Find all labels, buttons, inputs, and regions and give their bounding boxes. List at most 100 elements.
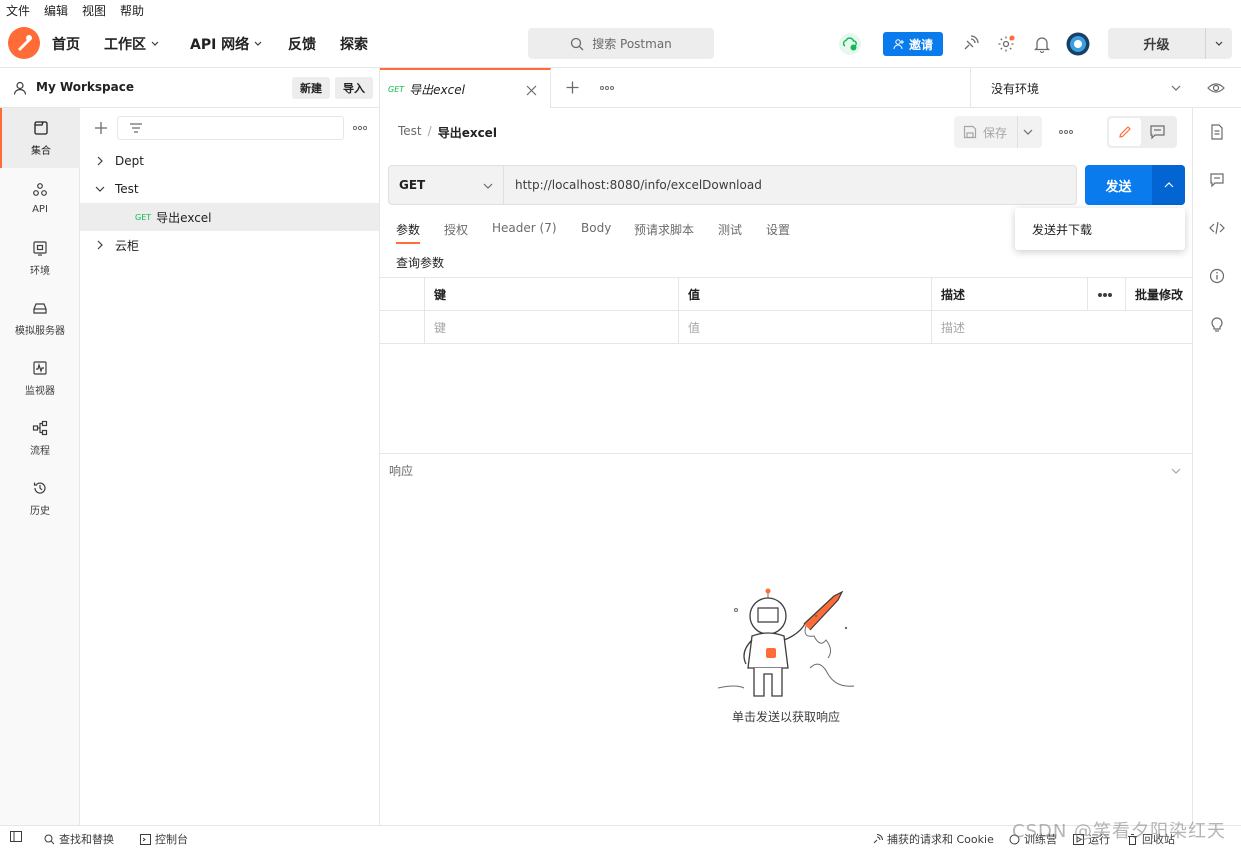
sidebar-rail: 集合 API 环境 模拟服务器 监视器 流程 历史 xyxy=(0,108,80,825)
tab-pre-request-script[interactable]: 预请求脚本 xyxy=(634,221,694,238)
lightbulb-icon[interactable] xyxy=(1207,314,1227,334)
sidebar-item-history[interactable]: 历史 xyxy=(0,468,80,528)
watermark: CSDN @笑看夕阳染红天 xyxy=(1012,821,1227,842)
menu-edit[interactable]: 编辑 xyxy=(44,2,68,19)
workspace-title[interactable]: My Workspace xyxy=(36,80,134,94)
global-search[interactable]: 搜索 Postman xyxy=(528,28,714,59)
api-icon xyxy=(33,182,47,196)
sync-status-icon[interactable] xyxy=(838,32,862,56)
column-value: 值 xyxy=(678,278,931,311)
comments-icon[interactable] xyxy=(1207,170,1227,190)
console-icon xyxy=(140,833,151,845)
method-badge: GET xyxy=(135,212,152,222)
console-button[interactable]: 控制台 xyxy=(140,831,188,847)
search-placeholder: 搜索 Postman xyxy=(592,37,672,51)
chevron-down-icon[interactable] xyxy=(1023,128,1033,136)
save-button[interactable]: 保存 xyxy=(954,116,1042,148)
nav-home[interactable]: 首页 xyxy=(52,34,80,54)
chevron-right-icon[interactable] xyxy=(96,156,104,166)
request-name[interactable]: 导出excel xyxy=(438,124,497,141)
menu-file[interactable]: 文件 xyxy=(6,2,30,19)
nav-feedback[interactable]: 反馈 xyxy=(288,34,316,54)
sidebar-item-monitors[interactable]: 监视器 xyxy=(0,348,80,408)
app-header: 首页 工作区 API 网络 反馈 探索 搜索 Postman 邀请 升级 xyxy=(0,20,1241,68)
upgrade-button[interactable]: 升级 xyxy=(1108,28,1232,59)
breadcrumb-collection[interactable]: Test xyxy=(398,124,422,141)
notification-bell-icon[interactable] xyxy=(1030,32,1054,56)
tab-tests[interactable]: 测试 xyxy=(718,221,742,238)
tab-headers[interactable]: Header (7) xyxy=(492,221,557,235)
info-icon[interactable] xyxy=(1207,266,1227,286)
nav-workspace[interactable]: 工作区 xyxy=(104,34,160,54)
tab-body[interactable]: Body xyxy=(581,221,611,235)
response-header[interactable]: 响应 xyxy=(380,453,1192,487)
settings-gear-icon[interactable] xyxy=(994,32,1018,56)
send-button[interactable]: 发送 xyxy=(1085,165,1152,205)
menu-view[interactable]: 视图 xyxy=(82,2,106,19)
column-options[interactable] xyxy=(1087,278,1125,311)
documentation-icon[interactable] xyxy=(1207,122,1227,142)
save-disk-icon xyxy=(963,125,977,139)
sidebar-item-collections[interactable]: 集合 xyxy=(0,108,80,168)
value-input[interactable]: 值 xyxy=(678,311,931,344)
sidebar-item-api[interactable]: API xyxy=(0,168,80,228)
environment-icon xyxy=(33,240,47,256)
tab-params[interactable]: 参数 xyxy=(396,221,421,244)
tab-auth[interactable]: 授权 xyxy=(444,221,468,238)
request-tabs-bar: GET 导出excel 没有环境 xyxy=(380,68,1241,108)
environment-selector[interactable]: 没有环境 xyxy=(970,68,1192,108)
right-context-rail xyxy=(1192,108,1241,825)
tab-settings[interactable]: 设置 xyxy=(766,221,790,238)
sidebar-item-mock-servers[interactable]: 模拟服务器 xyxy=(0,288,80,348)
close-icon[interactable] xyxy=(526,85,537,96)
new-button[interactable]: 新建 xyxy=(292,77,330,99)
postman-logo-icon[interactable] xyxy=(8,27,40,59)
invite-button[interactable]: 邀请 xyxy=(883,32,943,56)
send-options-button[interactable] xyxy=(1152,165,1185,205)
url-input[interactable]: http://localhost:8080/info/excelDownload xyxy=(515,178,762,192)
chevron-down-icon[interactable] xyxy=(1206,28,1232,59)
find-replace-button[interactable]: 查找和替换 xyxy=(44,831,114,847)
satellite-icon[interactable] xyxy=(958,32,982,56)
nav-explore[interactable]: 探索 xyxy=(340,34,368,54)
sidebar-item-flows[interactable]: 流程 xyxy=(0,408,80,468)
collection-item-test[interactable]: Test xyxy=(80,175,379,203)
code-icon[interactable] xyxy=(1207,218,1227,238)
avatar[interactable] xyxy=(1066,32,1090,56)
chevron-down-icon[interactable] xyxy=(1171,467,1181,475)
toggle-sidebar-icon[interactable] xyxy=(10,831,22,842)
more-options-icon[interactable] xyxy=(599,85,615,91)
key-input[interactable]: 键 xyxy=(424,311,678,344)
chevron-right-icon[interactable] xyxy=(96,240,104,250)
capture-requests-button[interactable]: 捕获的请求和 Cookie xyxy=(872,831,994,847)
bulk-edit-button[interactable]: 批量修改 xyxy=(1125,278,1192,311)
import-button[interactable]: 导入 xyxy=(335,77,373,99)
menu-item-send-and-download[interactable]: 发送并下载 xyxy=(1032,221,1092,238)
sidebar-item-environments[interactable]: 环境 xyxy=(0,228,80,288)
history-icon xyxy=(33,481,46,494)
breadcrumb: Test / 导出excel xyxy=(398,124,497,141)
nav-api-network[interactable]: API 网络 xyxy=(190,34,263,54)
chevron-down-icon[interactable] xyxy=(95,185,105,193)
user-icon xyxy=(13,81,27,95)
params-table: 键 值 描述 批量修改 键 值 描述 xyxy=(380,277,1192,344)
menu-help[interactable]: 帮助 xyxy=(120,2,144,19)
collection-item-dept[interactable]: Dept xyxy=(80,147,379,175)
method-select[interactable]: GET xyxy=(389,166,504,204)
more-options-icon[interactable] xyxy=(1058,129,1074,135)
chevron-up-icon xyxy=(1164,182,1173,188)
comment-icon[interactable] xyxy=(1150,125,1165,139)
capture-icon xyxy=(873,833,883,843)
chevron-down-icon xyxy=(483,183,493,189)
tab-export-excel[interactable]: GET 导出excel xyxy=(380,68,551,108)
eye-icon[interactable] xyxy=(1207,81,1225,95)
new-tab-plus-icon[interactable] xyxy=(566,81,579,94)
description-input[interactable]: 描述 xyxy=(931,311,1192,344)
more-options-icon[interactable] xyxy=(352,125,368,131)
request-item-export-excel[interactable]: GET 导出excel xyxy=(80,203,379,231)
plus-icon[interactable] xyxy=(94,121,108,135)
edit-pencil-icon[interactable] xyxy=(1109,118,1141,146)
table-header-row: 键 值 描述 批量修改 xyxy=(380,278,1192,311)
collection-filter-input[interactable] xyxy=(117,116,344,140)
collection-item-yungui[interactable]: 云柜 xyxy=(80,231,379,259)
